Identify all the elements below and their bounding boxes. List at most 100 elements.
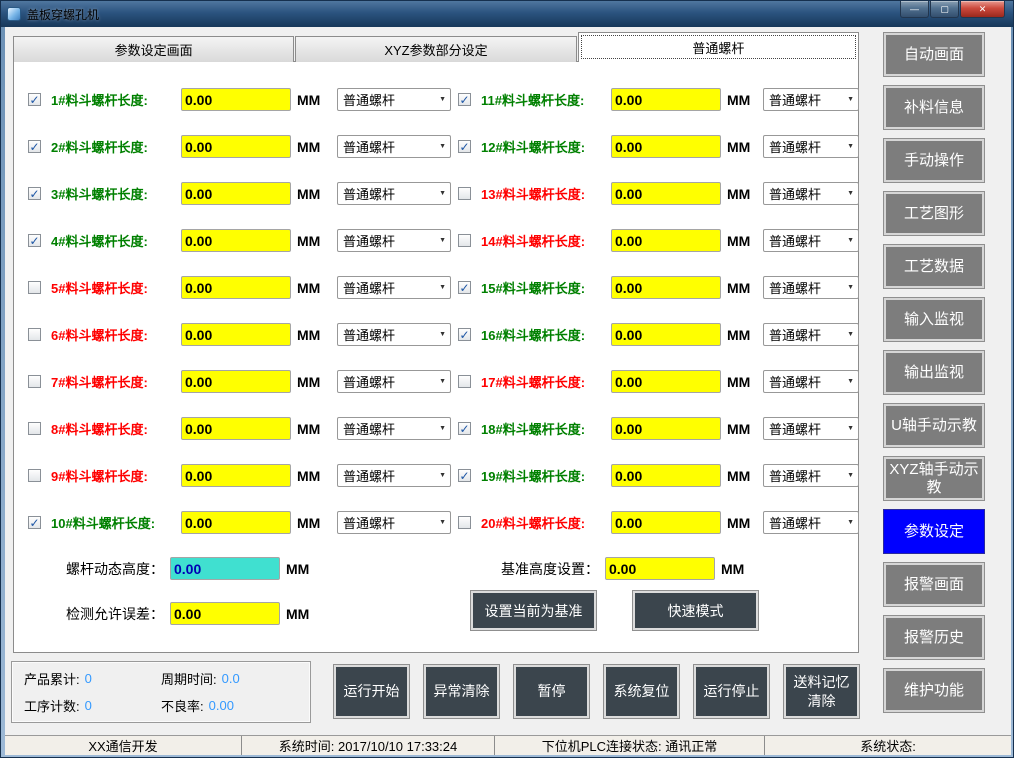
control-button-4[interactable]: 系统复位 bbox=[603, 664, 680, 719]
close-icon[interactable]: ✕ bbox=[960, 1, 1005, 18]
screw-type-dropdown[interactable]: 普通螺杆▼ bbox=[337, 323, 451, 346]
dynamic-height-field[interactable] bbox=[170, 557, 280, 580]
screw-type-dropdown[interactable]: 普通螺杆▼ bbox=[763, 276, 859, 299]
tab-2[interactable]: XYZ参数部分设定 bbox=[295, 36, 576, 62]
length-value-field[interactable] bbox=[611, 276, 721, 299]
length-value-field[interactable] bbox=[181, 464, 291, 487]
control-button-6[interactable]: 送料记忆清除 bbox=[783, 664, 860, 719]
length-value-field[interactable] bbox=[181, 370, 291, 393]
screw-type-dropdown[interactable]: 普通螺杆▼ bbox=[763, 464, 859, 487]
screw-type-dropdown[interactable]: 普通螺杆▼ bbox=[763, 229, 859, 252]
sidebar-item-10[interactable]: 参数设定 bbox=[883, 509, 985, 554]
sidebar-item-12[interactable]: 报警历史 bbox=[883, 615, 985, 660]
hopper-checkbox[interactable] bbox=[28, 422, 41, 435]
length-value-field[interactable] bbox=[611, 511, 721, 534]
screw-type-dropdown[interactable]: 普通螺杆▼ bbox=[337, 511, 451, 534]
hopper-checkbox[interactable]: ✓ bbox=[458, 281, 471, 294]
hopper-checkbox[interactable] bbox=[458, 187, 471, 200]
sidebar-item-4[interactable]: 工艺图形 bbox=[883, 191, 985, 236]
length-value-field[interactable] bbox=[611, 323, 721, 346]
hopper-checkbox[interactable] bbox=[458, 375, 471, 388]
screw-type-dropdown[interactable]: 普通螺杆▼ bbox=[763, 323, 859, 346]
control-button-2[interactable]: 异常清除 bbox=[423, 664, 500, 719]
length-value-field[interactable] bbox=[181, 323, 291, 346]
base-height-field[interactable] bbox=[605, 557, 715, 580]
hopper-checkbox[interactable]: ✓ bbox=[458, 328, 471, 341]
hopper-checkbox[interactable] bbox=[28, 328, 41, 341]
screw-type-dropdown[interactable]: 普通螺杆▼ bbox=[763, 182, 859, 205]
tab-3[interactable]: 普通螺杆 bbox=[578, 32, 859, 62]
hopper-checkbox[interactable] bbox=[458, 234, 471, 247]
base-height-row: 基准高度设置：MM bbox=[458, 546, 858, 591]
screw-type-dropdown[interactable]: 普通螺杆▼ bbox=[763, 88, 859, 111]
screw-type-dropdown[interactable]: 普通螺杆▼ bbox=[337, 370, 451, 393]
hopper-checkbox[interactable]: ✓ bbox=[458, 93, 471, 106]
screw-type-dropdown[interactable]: 普通螺杆▼ bbox=[337, 276, 451, 299]
screw-type-dropdown[interactable]: 普通螺杆▼ bbox=[763, 135, 859, 158]
stat-label: 周期时间: bbox=[161, 669, 217, 688]
length-value-field[interactable] bbox=[611, 182, 721, 205]
hopper-row: 13#料斗螺杆长度:MM普通螺杆▼ bbox=[458, 170, 858, 217]
hopper-checkbox[interactable] bbox=[458, 516, 471, 529]
screw-type-dropdown[interactable]: 普通螺杆▼ bbox=[337, 464, 451, 487]
length-value-field[interactable] bbox=[181, 417, 291, 440]
hopper-checkbox[interactable]: ✓ bbox=[28, 140, 41, 153]
screw-type-value: 普通螺杆 bbox=[343, 419, 395, 438]
sidebar-item-3[interactable]: 手动操作 bbox=[883, 138, 985, 183]
screw-type-dropdown[interactable]: 普通螺杆▼ bbox=[337, 182, 451, 205]
hopper-checkbox[interactable] bbox=[28, 281, 41, 294]
hopper-label: 9#料斗螺杆长度: bbox=[51, 466, 175, 485]
control-button-3[interactable]: 暂停 bbox=[513, 664, 590, 719]
sidebar-item-13[interactable]: 维护功能 bbox=[883, 668, 985, 713]
hopper-checkbox[interactable]: ✓ bbox=[458, 469, 471, 482]
screw-type-dropdown[interactable]: 普通螺杆▼ bbox=[337, 135, 451, 158]
hopper-checkbox[interactable]: ✓ bbox=[458, 140, 471, 153]
length-value-field[interactable] bbox=[611, 88, 721, 111]
sidebar-item-6[interactable]: 输入监视 bbox=[883, 297, 985, 342]
screw-type-dropdown[interactable]: 普通螺杆▼ bbox=[337, 88, 451, 111]
hopper-checkbox[interactable]: ✓ bbox=[28, 93, 41, 106]
sidebar-item-8[interactable]: U轴手动示教 bbox=[883, 403, 985, 448]
set-base-button[interactable]: 设置当前为基准 bbox=[470, 590, 597, 631]
hopper-checkbox[interactable] bbox=[28, 375, 41, 388]
sidebar-item-9[interactable]: XYZ轴手动示教 bbox=[883, 456, 985, 501]
length-value-field[interactable] bbox=[611, 464, 721, 487]
length-value-field[interactable] bbox=[181, 511, 291, 534]
screw-type-dropdown[interactable]: 普通螺杆▼ bbox=[763, 417, 859, 440]
screw-type-dropdown[interactable]: 普通螺杆▼ bbox=[337, 229, 451, 252]
hopper-checkbox[interactable]: ✓ bbox=[28, 187, 41, 200]
control-button-1[interactable]: 运行开始 bbox=[333, 664, 410, 719]
hopper-checkbox[interactable]: ✓ bbox=[28, 234, 41, 247]
length-value-field[interactable] bbox=[611, 417, 721, 440]
length-value-field[interactable] bbox=[181, 229, 291, 252]
maximize-icon[interactable]: ▢ bbox=[930, 1, 959, 18]
fast-mode-button[interactable]: 快速模式 bbox=[632, 590, 759, 631]
length-value-field[interactable] bbox=[611, 135, 721, 158]
screw-type-dropdown[interactable]: 普通螺杆▼ bbox=[337, 417, 451, 440]
unit-label: MM bbox=[727, 515, 757, 531]
length-value-field[interactable] bbox=[181, 182, 291, 205]
screw-type-dropdown[interactable]: 普通螺杆▼ bbox=[763, 370, 859, 393]
chevron-down-icon: ▼ bbox=[439, 237, 446, 244]
length-value-field[interactable] bbox=[611, 370, 721, 393]
screw-type-value: 普通螺杆 bbox=[343, 184, 395, 203]
control-button-5[interactable]: 运行停止 bbox=[693, 664, 770, 719]
tolerance-field[interactable] bbox=[170, 602, 280, 625]
sidebar-item-5[interactable]: 工艺数据 bbox=[883, 244, 985, 289]
sidebar-item-7[interactable]: 输出监视 bbox=[883, 350, 985, 395]
length-value-field[interactable] bbox=[611, 229, 721, 252]
screw-type-dropdown[interactable]: 普通螺杆▼ bbox=[763, 511, 859, 534]
screw-type-value: 普通螺杆 bbox=[769, 372, 821, 391]
length-value-field[interactable] bbox=[181, 276, 291, 299]
hopper-checkbox[interactable]: ✓ bbox=[28, 516, 41, 529]
minimize-icon[interactable]: — bbox=[900, 1, 929, 18]
sidebar-item-1[interactable]: 自动画面 bbox=[883, 32, 985, 77]
hopper-checkbox[interactable] bbox=[28, 469, 41, 482]
length-value-field[interactable] bbox=[181, 88, 291, 111]
hopper-checkbox[interactable]: ✓ bbox=[458, 422, 471, 435]
length-value-field[interactable] bbox=[181, 135, 291, 158]
tab-1[interactable]: 参数设定画面 bbox=[13, 36, 294, 62]
sidebar-item-11[interactable]: 报警画面 bbox=[883, 562, 985, 607]
hopper-row: 7#料斗螺杆长度:MM普通螺杆▼ bbox=[28, 358, 452, 405]
sidebar-item-2[interactable]: 补料信息 bbox=[883, 85, 985, 130]
